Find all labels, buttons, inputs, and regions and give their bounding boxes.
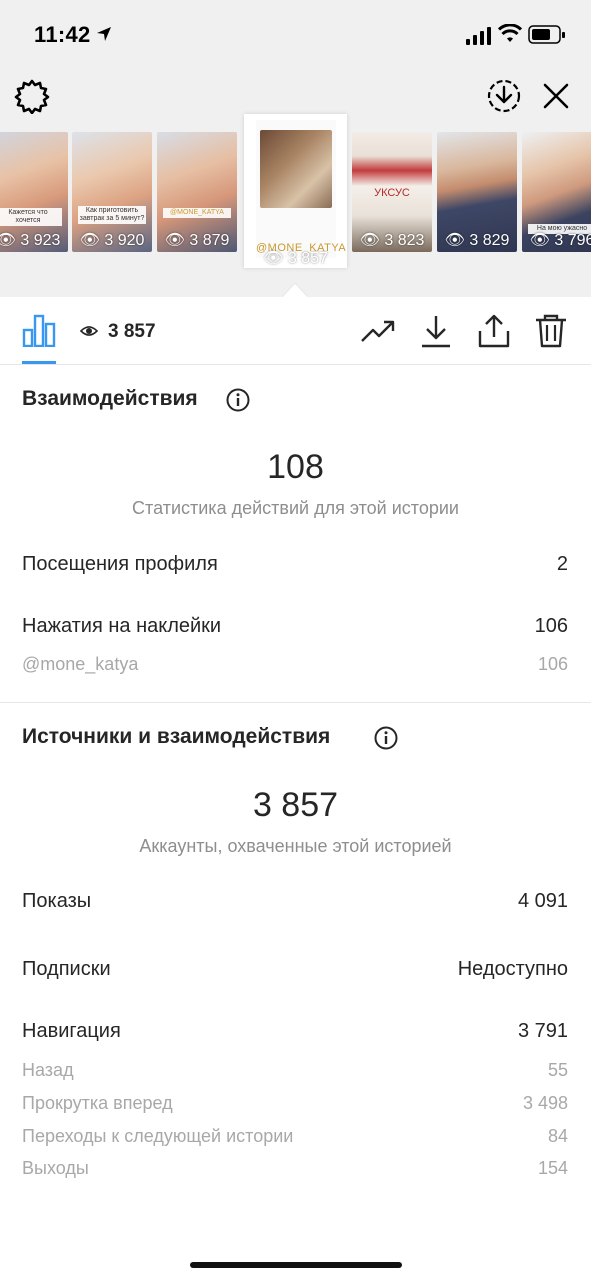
thumbnail-views: 👁 3 829 bbox=[444, 232, 510, 249]
wifi-icon bbox=[498, 24, 522, 42]
interactions-total: 108 bbox=[267, 448, 324, 486]
story-thumbnail[interactable]: 👁 3 829 bbox=[437, 132, 517, 252]
thumbnail-views: 👁 3 879 bbox=[164, 232, 230, 249]
views-count: 3 857 bbox=[108, 321, 156, 342]
thumbnail-views: 👁 3 923 bbox=[0, 232, 61, 249]
active-tab-indicator bbox=[22, 361, 56, 364]
forward-row: Прокрутка вперед 3 498 bbox=[22, 1093, 568, 1113]
impressions-row: Показы 4 091 bbox=[22, 890, 568, 912]
cellular-signal-icon bbox=[466, 27, 491, 45]
bar-chart-icon[interactable] bbox=[22, 313, 56, 347]
interactions-caption: Статистика действий для этой истории bbox=[132, 498, 459, 518]
thumbnail-views: 👁 3 857 bbox=[263, 250, 328, 267]
mention-sticker-row: @mone_katya 106 bbox=[22, 654, 568, 674]
info-icon[interactable] bbox=[374, 726, 398, 750]
trending-icon[interactable] bbox=[360, 313, 396, 349]
info-icon[interactable] bbox=[226, 388, 250, 412]
discovery-title: Источники и взаимодействия bbox=[22, 725, 331, 748]
story-thumbnail[interactable]: На мою ужасно 👁 3 796 bbox=[522, 132, 591, 252]
story-thumbnail[interactable]: УКСУС 👁 3 823 bbox=[352, 132, 432, 252]
status-bar: 11:42 bbox=[0, 0, 591, 70]
next-story-row: Переходы к следующей истории 84 bbox=[22, 1126, 568, 1146]
exits-row: Выходы 154 bbox=[22, 1158, 568, 1178]
selected-story-preview: @MONE_KATYA bbox=[256, 120, 346, 258]
selected-story-photo bbox=[260, 130, 332, 208]
back-row: Назад 55 bbox=[22, 1060, 568, 1080]
navigation-row: Навигация 3 791 bbox=[22, 1020, 568, 1042]
thumbnail-views: 👁 3 920 bbox=[79, 232, 145, 249]
battery-icon bbox=[528, 25, 565, 44]
save-story-icon[interactable] bbox=[486, 78, 522, 114]
accounts-reached-total: 3 857 bbox=[252, 786, 339, 824]
story-thumbnail[interactable]: @MONE_KATYA 👁 3 879 bbox=[157, 132, 237, 252]
story-thumbnail-selected[interactable]: @MONE_KATYA 👁 3 857 bbox=[244, 114, 347, 268]
story-thumbnail[interactable]: Кажется что хочется 👁 3 923 bbox=[0, 132, 68, 252]
sticker-taps-row: Нажатия на наклейки 106 bbox=[22, 615, 568, 637]
accounts-reached-caption: Аккаунты, охваченные этой историей bbox=[139, 836, 452, 856]
home-indicator bbox=[190, 1262, 402, 1268]
settings-gear-icon[interactable] bbox=[14, 78, 50, 114]
insights-toolbar: 3 857 bbox=[0, 297, 591, 365]
selection-pointer bbox=[282, 282, 308, 297]
thumbnail-views: 👁 3 823 bbox=[359, 232, 425, 249]
section-divider bbox=[0, 702, 591, 703]
story-thumbnail[interactable]: Как приготовить завтрак за 5 минут? 👁 3 … bbox=[72, 132, 152, 252]
profile-visits-row: Посещения профиля 2 bbox=[22, 553, 568, 575]
trash-icon[interactable] bbox=[533, 313, 569, 349]
share-icon[interactable] bbox=[476, 313, 512, 349]
close-icon[interactable] bbox=[540, 80, 572, 112]
thumbnail-views: 👁 3 796 bbox=[529, 232, 591, 249]
download-icon[interactable] bbox=[418, 313, 454, 349]
follows-row: Подписки Недоступно bbox=[22, 958, 568, 980]
location-arrow-icon bbox=[97, 27, 111, 41]
interactions-title: Взаимодействия bbox=[22, 387, 198, 410]
status-time: 11:42 bbox=[34, 22, 91, 47]
eye-icon bbox=[80, 326, 98, 336]
